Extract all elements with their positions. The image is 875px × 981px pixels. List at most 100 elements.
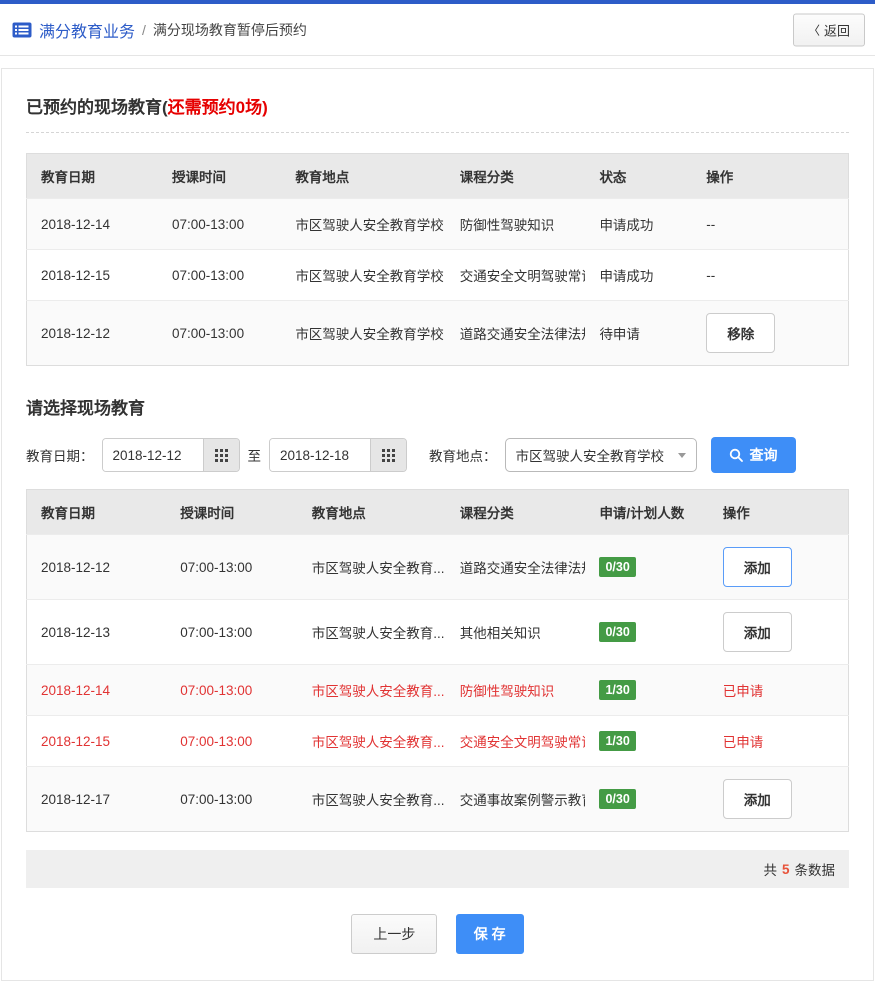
date-from-input[interactable] — [103, 439, 203, 471]
cell-date: 2018-12-14 — [27, 665, 167, 716]
cell-action: 添加 — [709, 535, 849, 600]
add-button[interactable]: 添加 — [723, 547, 792, 587]
cell-date: 2018-12-15 — [27, 250, 159, 301]
cell-count: 0/30 — [585, 767, 708, 832]
breadcrumb-current: 满分现场教育暂停后预约 — [153, 20, 307, 40]
cell-course: 交通安全文明驾驶常识 — [446, 716, 586, 767]
col-header-course: 课程分类 — [446, 490, 586, 535]
cell-place: 市区驾驶人安全教育学校 — [281, 301, 445, 366]
breadcrumb-root[interactable]: 满分教育业务 — [39, 18, 135, 42]
cell-time: 07:00-13:00 — [166, 716, 298, 767]
cell-time: 07:00-13:00 — [166, 535, 298, 600]
cell-date: 2018-12-17 — [27, 767, 167, 832]
cell-place: 市区驾驶人安全教育... — [298, 665, 446, 716]
content-panel: 已预约的现场教育(还需预约0场) 教育日期 授课时间 教育地点 课程分类 状态 … — [1, 68, 874, 981]
date-filter-label: 教育日期： — [26, 445, 94, 465]
schedule-table: 教育日期 授课时间 教育地点 课程分类 申请/计划人数 操作 2018-12-1… — [26, 489, 849, 832]
cell-place: 市区驾驶人安全教育... — [298, 535, 446, 600]
cell-course: 交通事故案例警示教育 — [446, 767, 586, 832]
capacity-badge: 0/30 — [599, 789, 635, 809]
save-button[interactable]: 保 存 — [456, 914, 524, 954]
cell-course: 其他相关知识 — [446, 600, 586, 665]
chevron-left-icon: 〈 — [808, 21, 820, 38]
table-row: 2018-12-12 07:00-13:00 市区驾驶人安全教育学校 道路交通安… — [27, 301, 849, 366]
form-actions: 上一步 保 存 — [26, 914, 849, 954]
date-range-to-label: 至 — [248, 445, 262, 465]
cell-date: 2018-12-12 — [27, 535, 167, 600]
search-button-label: 查询 — [750, 445, 778, 465]
table-row: 2018-12-14 07:00-13:00 市区驾驶人安全教育... 防御性驾… — [27, 665, 849, 716]
table-footer: 共 5 条数据 — [26, 850, 849, 888]
cell-action: -- — [692, 199, 848, 250]
capacity-badge: 1/30 — [599, 731, 635, 751]
col-header-date: 教育日期 — [27, 154, 159, 199]
schedule-table-header-row: 教育日期 授课时间 教育地点 课程分类 申请/计划人数 操作 — [27, 490, 849, 535]
place-filter-label: 教育地点： — [429, 445, 497, 465]
calendar-icon[interactable] — [203, 439, 239, 471]
cell-place: 市区驾驶人安全教育... — [298, 767, 446, 832]
cell-count: 0/30 — [585, 535, 708, 600]
cell-course: 道路交通安全法律法规 — [446, 535, 586, 600]
search-button[interactable]: 查询 — [711, 437, 796, 473]
cell-date: 2018-12-13 — [27, 600, 167, 665]
booked-table: 教育日期 授课时间 教育地点 课程分类 状态 操作 2018-12-14 07:… — [26, 153, 849, 366]
booked-section-title: 已预约的现场教育(还需预约0场) — [26, 93, 849, 118]
select-section-title: 请选择现场教育 — [26, 394, 849, 419]
col-header-count: 申请/计划人数 — [585, 490, 708, 535]
cell-action: 添加 — [709, 600, 849, 665]
cell-course: 防御性驾驶知识 — [446, 665, 586, 716]
cell-action: 已申请 — [709, 665, 849, 716]
col-header-action: 操作 — [709, 490, 849, 535]
applied-status-text: 已申请 — [723, 684, 764, 699]
capacity-badge: 0/30 — [599, 622, 635, 642]
breadcrumb-separator: / — [142, 22, 146, 38]
col-header-time: 授课时间 — [166, 490, 298, 535]
capacity-badge: 0/30 — [599, 557, 635, 577]
cell-status: 申请成功 — [585, 250, 692, 301]
table-row: 2018-12-14 07:00-13:00 市区驾驶人安全教育学校 防御性驾驶… — [27, 199, 849, 250]
table-row: 2018-12-15 07:00-13:00 市区驾驶人安全教育... 交通安全… — [27, 716, 849, 767]
table-row: 2018-12-15 07:00-13:00 市区驾驶人安全教育学校 交通安全文… — [27, 250, 849, 301]
cell-time: 07:00-13:00 — [158, 199, 281, 250]
col-header-date: 教育日期 — [27, 490, 167, 535]
cell-date: 2018-12-14 — [27, 199, 159, 250]
cell-time: 07:00-13:00 — [166, 665, 298, 716]
calendar-icon[interactable] — [370, 439, 406, 471]
booked-title-paren: ) — [262, 98, 268, 117]
search-icon — [729, 448, 743, 462]
cell-course: 道路交通安全法律法规 — [446, 301, 586, 366]
capacity-badge: 1/30 — [599, 680, 635, 700]
col-header-place: 教育地点 — [281, 154, 445, 199]
previous-step-button[interactable]: 上一步 — [351, 914, 437, 954]
cell-status: 待申请 — [585, 301, 692, 366]
cell-place: 市区驾驶人安全教育... — [298, 600, 446, 665]
col-header-time: 授课时间 — [158, 154, 281, 199]
table-row: 2018-12-12 07:00-13:00 市区驾驶人安全教育... 道路交通… — [27, 535, 849, 600]
date-to-input[interactable] — [270, 439, 370, 471]
booked-title-red: 还需预约0场 — [168, 98, 262, 117]
filter-bar: 教育日期： 至 — [26, 437, 849, 473]
cell-action: 添加 — [709, 767, 849, 832]
col-header-course: 课程分类 — [446, 154, 586, 199]
chevron-down-icon — [678, 453, 686, 458]
education-place-select[interactable]: 市区驾驶人安全教育学校 — [505, 438, 697, 472]
cell-date: 2018-12-12 — [27, 301, 159, 366]
total-prefix: 共 — [763, 859, 777, 879]
education-place-value: 市区驾驶人安全教育学校 — [516, 445, 665, 465]
cell-course: 交通安全文明驾驶常识 — [446, 250, 586, 301]
cell-date: 2018-12-15 — [27, 716, 167, 767]
cell-time: 07:00-13:00 — [158, 301, 281, 366]
add-button[interactable]: 添加 — [723, 612, 792, 652]
cell-action: 移除 — [692, 301, 848, 366]
col-header-place: 教育地点 — [298, 490, 446, 535]
col-header-status: 状态 — [585, 154, 692, 199]
cell-time: 07:00-13:00 — [166, 767, 298, 832]
booked-table-header-row: 教育日期 授课时间 教育地点 课程分类 状态 操作 — [27, 154, 849, 199]
cell-place: 市区驾驶人安全教育学校 — [281, 199, 445, 250]
back-button[interactable]: 〈 返回 — [793, 13, 865, 46]
cell-course: 防御性驾驶知识 — [446, 199, 586, 250]
cell-count: 1/30 — [585, 665, 708, 716]
cell-action: 已申请 — [709, 716, 849, 767]
remove-button[interactable]: 移除 — [706, 313, 775, 353]
add-button[interactable]: 添加 — [723, 779, 792, 819]
